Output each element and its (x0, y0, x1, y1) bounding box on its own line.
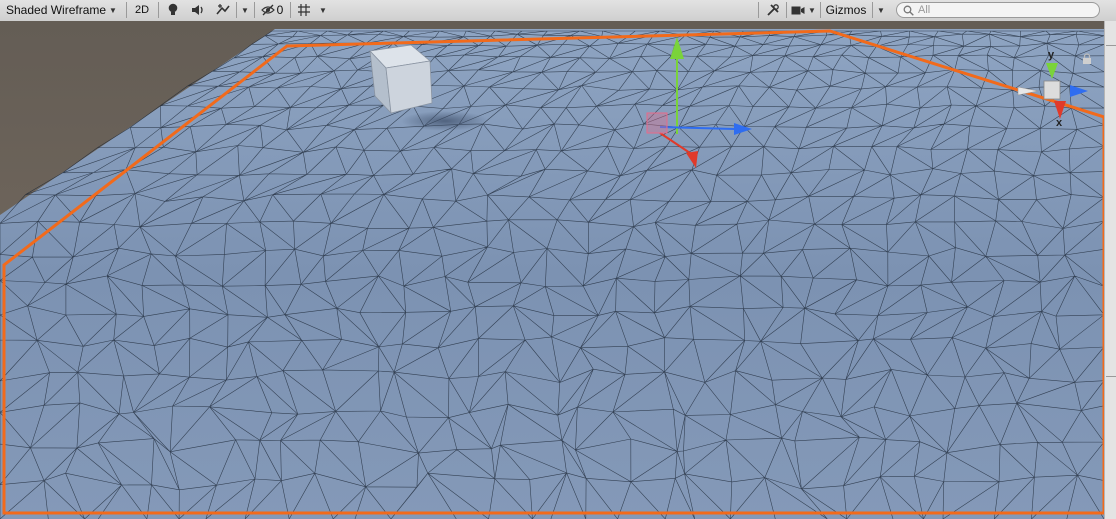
draw-mode-label: Shaded Wireframe (6, 3, 107, 17)
scene-viewport[interactable]: y x (0, 21, 1104, 519)
grid-toggle-button[interactable] (293, 1, 315, 19)
tools-button[interactable] (762, 1, 784, 19)
gizmos-dropdown[interactable]: ▼ (874, 1, 888, 19)
scene-visibility-toggle[interactable]: 0 (258, 1, 286, 19)
audio-toggle-button[interactable] (187, 1, 209, 19)
effects-dropdown[interactable]: ▼ (238, 1, 252, 19)
audio-icon (192, 5, 203, 15)
separator (236, 2, 237, 18)
gizmo-center-cube[interactable] (1043, 80, 1061, 100)
2d-label: 2D (134, 4, 150, 16)
chevron-down-icon: ▼ (241, 5, 249, 15)
gizmo-y-cone[interactable] (1046, 63, 1058, 79)
chevron-down-icon: ▼ (808, 5, 816, 15)
search-icon (903, 5, 914, 16)
gizmo-x-label: x (1056, 117, 1063, 129)
scrollbar-tick (1106, 45, 1116, 46)
chevron-down-icon: ▼ (877, 5, 885, 15)
effects-icon (216, 4, 230, 15)
scene-scrollbar[interactable] (1104, 21, 1116, 519)
tools-icon (767, 4, 779, 16)
scrollbar-tick (1106, 376, 1116, 377)
effects-toggle-button[interactable] (212, 1, 234, 19)
separator (254, 2, 255, 18)
camera-dropdown[interactable]: ▼ (806, 1, 818, 19)
separator (758, 2, 759, 18)
camera-icon (791, 6, 805, 14)
separator (290, 2, 291, 18)
separator (158, 2, 159, 18)
chevron-down-icon: ▼ (109, 5, 117, 15)
gizmos-button[interactable]: Gizmos (822, 1, 870, 19)
gizmo-z-cone[interactable] (1070, 85, 1088, 97)
grid-dropdown[interactable]: ▼ (316, 1, 330, 19)
2d-toggle-button[interactable]: 2D (130, 1, 154, 19)
gizmo-y-label: y (1048, 49, 1055, 61)
separator (786, 2, 787, 18)
scene-canvas (0, 21, 1104, 519)
lock-icon[interactable] (1082, 53, 1092, 65)
lighting-toggle-button[interactable] (162, 1, 184, 19)
separator (126, 2, 127, 18)
separator (820, 2, 821, 18)
draw-mode-dropdown[interactable]: Shaded Wireframe ▼ (2, 1, 120, 19)
grid-icon (298, 4, 310, 16)
hidden-count: 0 (276, 3, 284, 17)
cube-shadow (401, 111, 489, 131)
scene-toolbar: Shaded Wireframe ▼ 2D ▼ 0 ▼ ▼ Gizmos ▼ A… (0, 0, 1116, 22)
camera-settings-button[interactable] (789, 1, 807, 19)
search-placeholder: All (918, 4, 931, 16)
gizmo-neg-x-cone[interactable] (1017, 86, 1039, 96)
plane-handle[interactable] (646, 112, 668, 134)
chevron-down-icon: ▼ (319, 5, 327, 15)
search-field[interactable]: All (896, 2, 1100, 18)
lightbulb-icon (168, 3, 178, 15)
gizmos-label: Gizmos (825, 3, 867, 17)
separator (872, 2, 873, 18)
eye-hidden-icon (260, 4, 275, 16)
scene-orientation-gizmo[interactable]: y x (1008, 49, 1098, 144)
